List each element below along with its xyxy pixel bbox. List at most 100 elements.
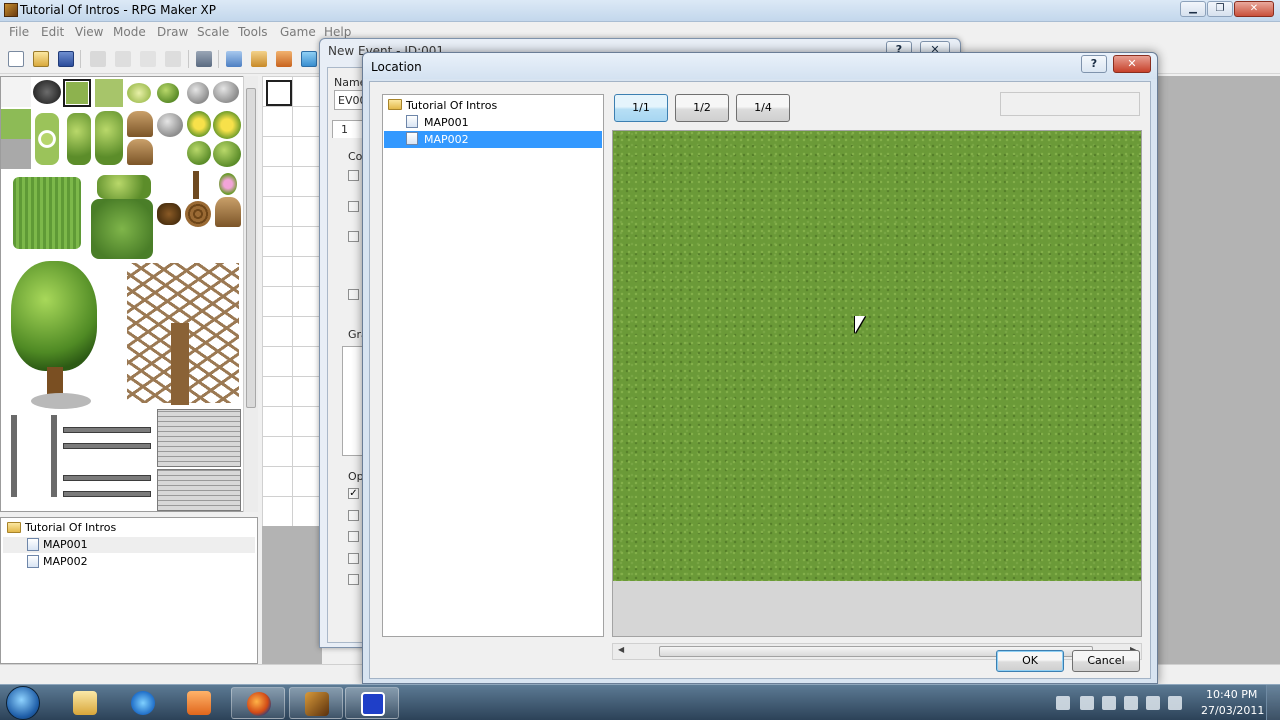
- layer2-icon[interactable]: [251, 51, 267, 67]
- taskbar-rpg-maker[interactable]: [289, 687, 343, 719]
- map-grid[interactable]: [262, 76, 322, 526]
- dark-rock-tile[interactable]: [33, 80, 61, 104]
- location-help-button[interactable]: ?: [1081, 55, 1107, 73]
- flag-icon[interactable]: [1102, 696, 1116, 710]
- tileset-scroll-thumb[interactable]: [246, 88, 256, 408]
- location-project-node[interactable]: Tutorial Of Intros: [384, 97, 602, 114]
- scale-1-2-button[interactable]: 1/2: [675, 94, 729, 122]
- scale-1-1-button[interactable]: 1/1: [614, 94, 668, 122]
- taskbar-firefox[interactable]: [231, 687, 285, 719]
- grass-tile[interactable]: [95, 79, 123, 107]
- tree-project-node[interactable]: Tutorial Of Intros: [3, 520, 255, 536]
- taskbar-internet-explorer[interactable]: [116, 687, 170, 719]
- fence-rail-tile[interactable]: [63, 475, 151, 481]
- map-preview[interactable]: [613, 131, 1141, 581]
- menu-help[interactable]: Help: [324, 25, 351, 39]
- taskbar-explorer[interactable]: [58, 687, 112, 719]
- menu-file[interactable]: File: [9, 25, 29, 39]
- tileset-palette[interactable]: [0, 76, 258, 512]
- stump-tile[interactable]: [127, 139, 153, 165]
- map-editor-area[interactable]: [262, 76, 322, 664]
- copy-icon[interactable]: [115, 51, 131, 67]
- pink-flower-tile[interactable]: [219, 173, 237, 195]
- shrub-tile[interactable]: [213, 141, 241, 167]
- log-tile[interactable]: [215, 197, 241, 227]
- fence-rail-tile[interactable]: [63, 443, 151, 449]
- bush-tile[interactable]: [127, 83, 151, 103]
- fence-post-tile[interactable]: [51, 415, 57, 497]
- save-icon[interactable]: [58, 51, 74, 67]
- bare-tree-trunk-tile[interactable]: [171, 323, 189, 405]
- events-layer-icon[interactable]: [301, 51, 317, 67]
- tree-map-node[interactable]: MAP002: [3, 554, 255, 570]
- minimize-button[interactable]: ▁: [1180, 1, 1206, 17]
- stone-wall-tile[interactable]: [157, 409, 241, 467]
- tall-grass-tile[interactable]: [13, 177, 81, 249]
- taskbar-media-player[interactable]: [172, 687, 226, 719]
- roots-tile[interactable]: [157, 203, 181, 225]
- clock-time[interactable]: 10:40 PM: [1206, 688, 1257, 701]
- start-button[interactable]: [6, 686, 40, 720]
- option-checkbox-checked[interactable]: ✓: [348, 488, 359, 499]
- condition-checkbox[interactable]: [348, 231, 359, 242]
- location-map-node[interactable]: MAP001: [384, 114, 602, 131]
- new-project-icon[interactable]: [8, 51, 24, 67]
- bush-tile[interactable]: [157, 83, 179, 103]
- close-window-button[interactable]: ✕: [1234, 1, 1274, 17]
- shrub-tile[interactable]: [187, 141, 211, 165]
- shrub-tile[interactable]: [95, 111, 123, 165]
- maximize-button[interactable]: ❐: [1207, 1, 1233, 17]
- menu-tools[interactable]: Tools: [238, 25, 268, 39]
- location-map-node-selected[interactable]: MAP002: [384, 131, 602, 148]
- fence-rail-tile[interactable]: [63, 427, 151, 433]
- scale-1-4-button[interactable]: 1/4: [736, 94, 790, 122]
- fence-post-tile[interactable]: [11, 415, 17, 497]
- option-checkbox[interactable]: [348, 510, 359, 521]
- layer1-icon[interactable]: [226, 51, 242, 67]
- tree-shadow-tile[interactable]: [31, 393, 91, 409]
- rock-tile[interactable]: [213, 81, 239, 103]
- selected-grass-tile[interactable]: [63, 79, 91, 107]
- grass-tuft-tile[interactable]: [35, 113, 59, 165]
- condition-checkbox[interactable]: [348, 201, 359, 212]
- paste-icon[interactable]: [140, 51, 156, 67]
- menu-view[interactable]: View: [75, 25, 103, 39]
- volume-icon[interactable]: [1168, 696, 1182, 710]
- clock-date[interactable]: 27/03/2011: [1201, 704, 1264, 717]
- fence-rail-tile[interactable]: [63, 491, 151, 497]
- map-preview-frame[interactable]: [612, 130, 1142, 637]
- pebbles-tile[interactable]: [157, 113, 183, 137]
- cancel-button[interactable]: Cancel: [1072, 650, 1140, 672]
- hedge-tile[interactable]: [91, 199, 153, 259]
- tileset-scrollbar[interactable]: [243, 76, 258, 512]
- yellow-flower-tile[interactable]: [187, 111, 211, 137]
- option-checkbox[interactable]: [348, 574, 359, 585]
- empty-tile[interactable]: [1, 77, 31, 107]
- taskbar-blue-app[interactable]: [345, 687, 399, 719]
- log-pile-tile[interactable]: [185, 201, 211, 227]
- option-checkbox[interactable]: [348, 531, 359, 542]
- green-tree-tile[interactable]: [11, 261, 97, 371]
- ok-button[interactable]: OK: [996, 650, 1064, 672]
- location-close-button[interactable]: ✕: [1113, 55, 1151, 73]
- rock-tile[interactable]: [187, 82, 209, 104]
- menu-mode[interactable]: Mode: [113, 25, 146, 39]
- undo-icon[interactable]: [196, 51, 212, 67]
- show-desktop-button[interactable]: [1266, 685, 1280, 720]
- grass-tuft-tile[interactable]: [97, 175, 151, 199]
- option-checkbox[interactable]: [348, 553, 359, 564]
- stone-wall-tile[interactable]: [157, 469, 241, 511]
- scroll-left-arrow-icon[interactable]: ◀: [618, 645, 624, 654]
- menu-draw[interactable]: Draw: [157, 25, 188, 39]
- yellow-flower-tile[interactable]: [213, 111, 241, 139]
- device-icon[interactable]: [1124, 696, 1138, 710]
- tree-map-node[interactable]: MAP001: [3, 537, 255, 553]
- menu-edit[interactable]: Edit: [41, 25, 64, 39]
- stump-tile[interactable]: [127, 111, 153, 137]
- keyboard-icon[interactable]: [1056, 696, 1070, 710]
- delete-icon[interactable]: [165, 51, 181, 67]
- stone-tile[interactable]: [1, 139, 31, 169]
- network-icon[interactable]: [1146, 696, 1160, 710]
- tray-icon[interactable]: [1080, 696, 1094, 710]
- menu-scale[interactable]: Scale: [197, 25, 229, 39]
